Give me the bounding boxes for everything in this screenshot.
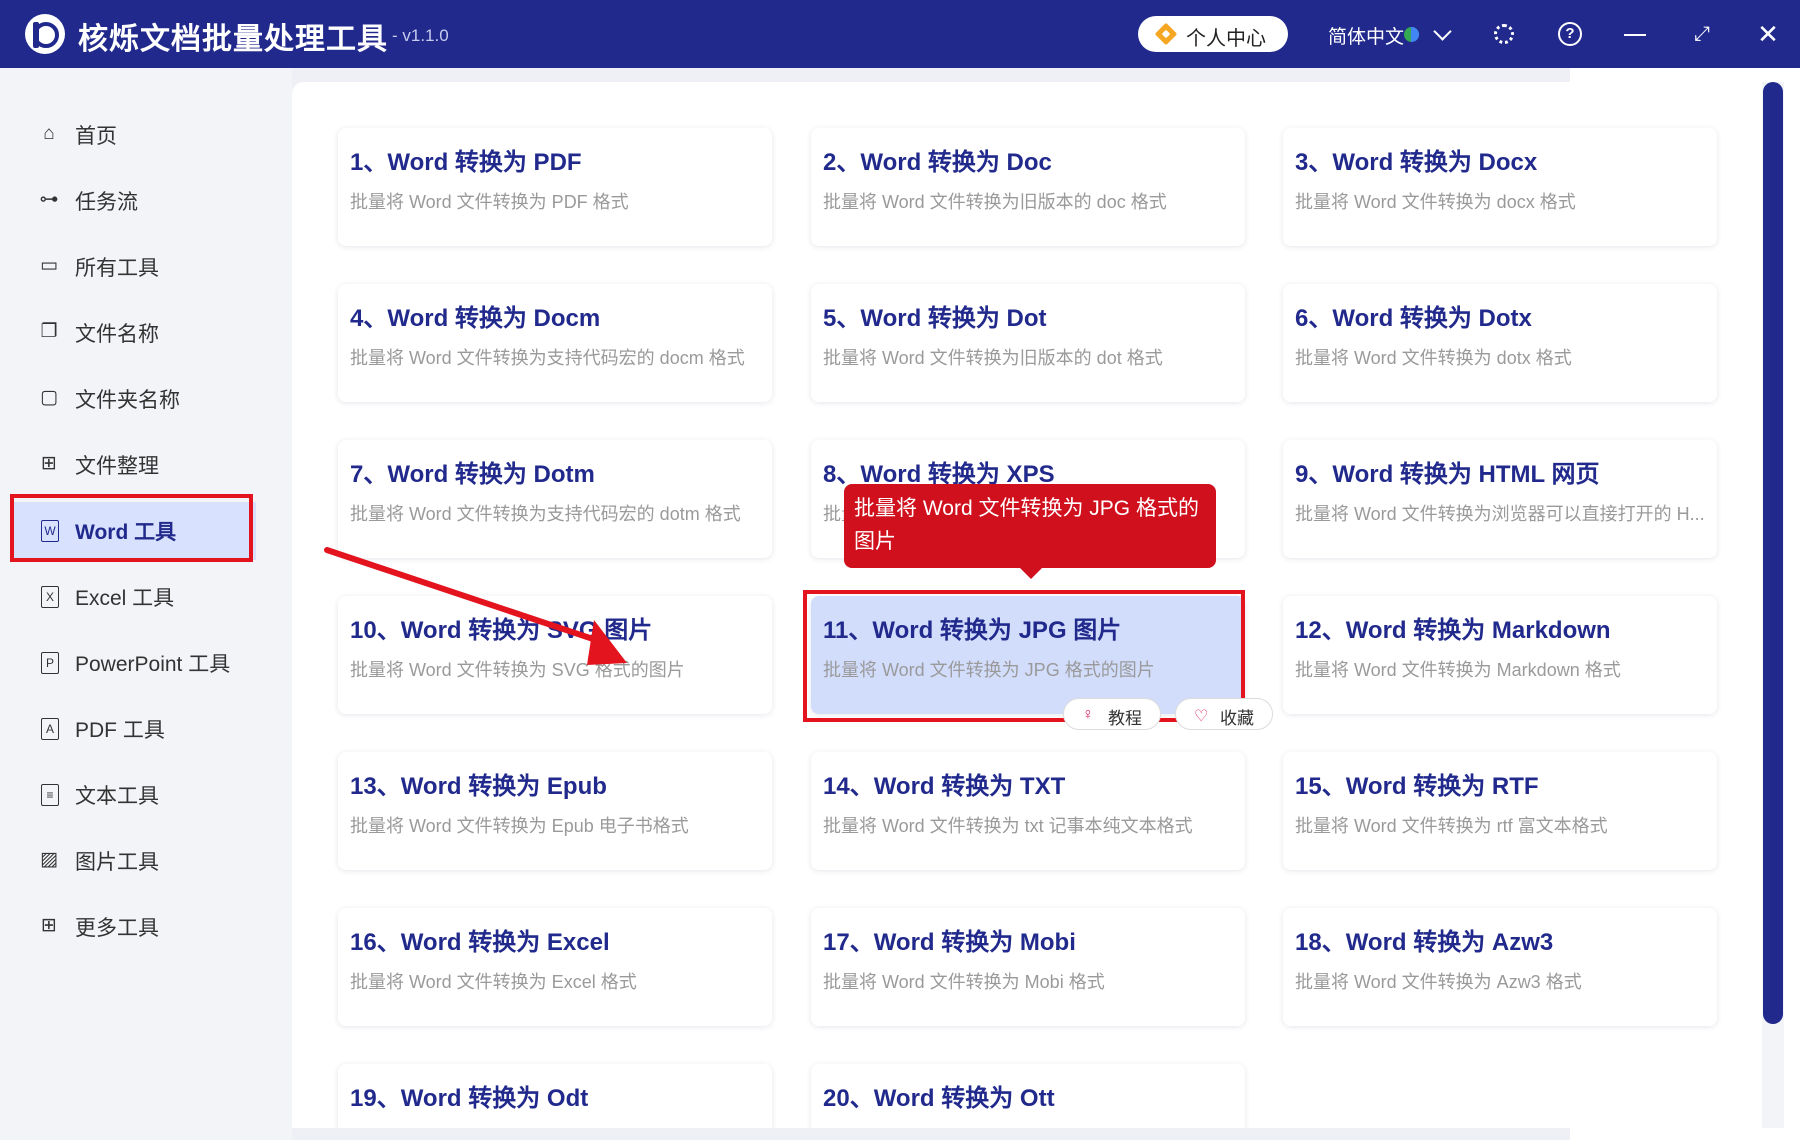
sidebar-highlight-box [10,494,253,562]
globe-icon [1404,27,1419,42]
sidebar-item[interactable]: A PDF 工具 [10,700,256,758]
chevron-down-icon[interactable] [1433,22,1452,41]
text-file-icon: ≡ [41,784,59,806]
grid-icon: ⊞ [41,915,57,936]
sidebar-item-label: 首页 [75,125,117,148]
minimize-icon[interactable] [1622,20,1650,48]
sidebar-item-label: 文件名称 [75,323,159,346]
red-pointer-arrow [324,547,627,665]
help-icon[interactable]: ? [1556,20,1584,48]
user-center-label: 个人中心 [1186,28,1266,50]
sidebar-item[interactable]: ⊶ 任务流 [10,172,256,230]
app-window: 核烁文档批量处理工具 - v1.1.0 个人中心 简体中文 ? ⤢ ✕ ⌂ 首页 ⊶… [0,0,1800,1140]
sidebar-item[interactable]: X Excel 工具 [10,568,256,626]
sidebar-item[interactable]: P PowerPoint 工具 [10,634,256,692]
app-title: 核烁文档批量处理工具 [78,23,388,56]
monitor-icon: ▭ [40,255,58,276]
maximize-icon[interactable]: ⤢ [1688,20,1716,48]
tools-grid: 1、Word 转换为 PDF 批量将 Word 文件转换为 PDF 格式 2、Wor… [292,82,1762,1128]
sidebar-item-label: 文件夹名称 [75,389,180,412]
sidebar-item-label: 所有工具 [75,257,159,280]
sidebar-item-label: 文件整理 [75,455,159,478]
app-version: - v1.1.0 [392,26,449,45]
diamond-icon [1154,22,1178,46]
settings-gear-icon[interactable] [1490,20,1518,48]
sidebar-item[interactable]: ▢ 文件夹名称 [10,370,256,428]
pdf-file-icon: A [41,718,59,740]
image-icon: ▨ [40,849,58,870]
organize-icon: ⊞ [41,453,57,474]
sidebar-item[interactable]: ▨ 图片工具 [10,832,256,890]
close-icon[interactable]: ✕ [1754,20,1782,48]
sidebar-item[interactable]: ▭ 所有工具 [10,238,256,296]
sidebar-item[interactable]: ❐ 文件名称 [10,304,256,362]
sidebar-item-label: 更多工具 [75,917,159,940]
app-logo-icon [25,14,65,54]
sidebar-item-label: 任务流 [75,191,138,214]
sidebar-item-label: PDF 工具 [75,719,165,742]
scrollbar-thumb[interactable] [1763,82,1783,1024]
home-icon: ⌂ [43,123,55,144]
folder-icon: ▢ [40,387,58,408]
sidebar-item[interactable]: ≡ 文本工具 [10,766,256,824]
sidebar-item[interactable]: ⊞ 文件整理 [10,436,256,494]
sidebar-item[interactable]: ⊞ 更多工具 [10,898,256,956]
sidebar-item[interactable]: ⌂ 首页 [10,106,256,164]
sidebar-item-label: 文本工具 [75,785,159,808]
file-copy-icon: ❐ [40,321,58,342]
title-bar: 核烁文档批量处理工具 - v1.1.0 个人中心 简体中文 ? ⤢ ✕ [0,0,1800,68]
user-center-button[interactable]: 个人中心 [1138,16,1288,52]
workflow-icon: ⊶ [39,189,59,210]
excel-file-icon: X [41,586,59,608]
language-selector[interactable]: 简体中文 [1328,22,1404,49]
sidebar-item-label: PowerPoint 工具 [75,653,231,676]
ppt-file-icon: P [41,652,59,674]
sidebar-item-label: Excel 工具 [75,587,175,610]
sidebar-item-label: 图片工具 [75,851,159,874]
